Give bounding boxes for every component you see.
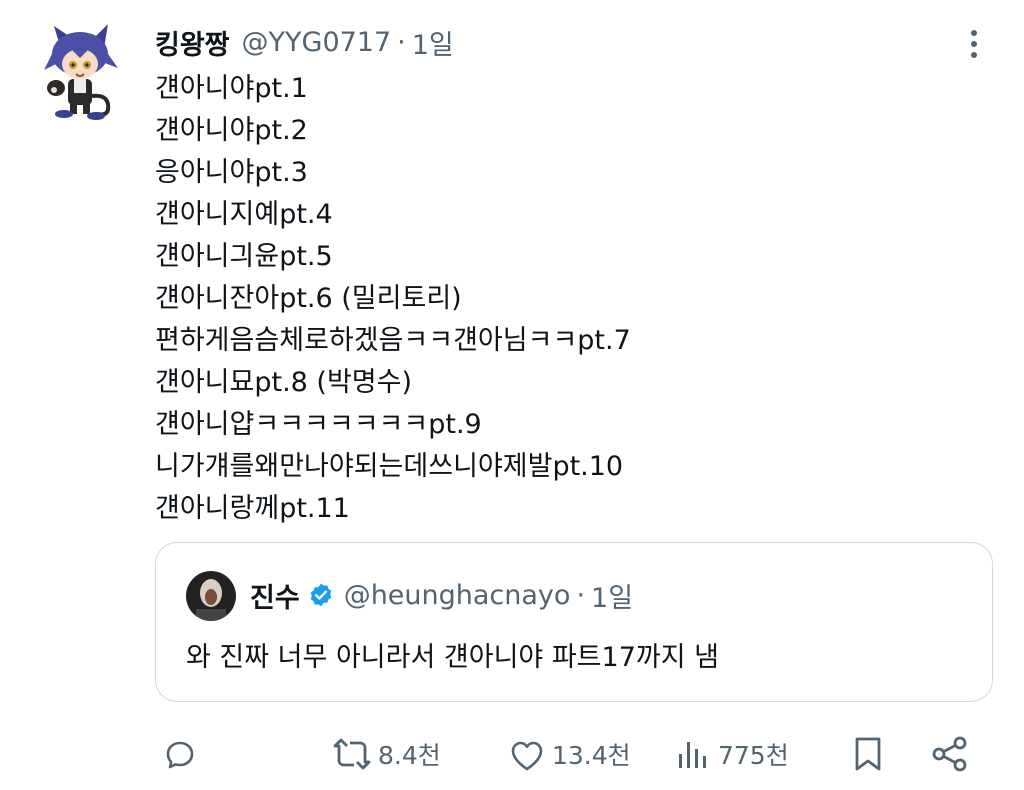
quoted-handle[interactable]: @heunghacnayo xyxy=(344,580,571,611)
view-count: 775천 xyxy=(718,741,789,770)
tweet-line: 걘아니야pt.1 xyxy=(155,73,308,104)
like-button[interactable]: 13.4천 xyxy=(506,732,631,776)
author-handle[interactable]: @YYG0717 xyxy=(242,27,392,58)
like-icon xyxy=(511,741,543,771)
quoted-tweet-header: 진수 @heunghacnayo · 1일 xyxy=(250,575,633,615)
quoted-separator: · xyxy=(576,579,586,611)
header-separator: · xyxy=(397,26,406,58)
tweet-line: 걘아니지예pt.4 xyxy=(155,199,333,230)
retweet-count: 8.4천 xyxy=(378,741,441,770)
more-options-icon[interactable] xyxy=(962,28,986,60)
quoted-tweet-card[interactable]: 진수 @heunghacnayo · 1일 와 진짜 너무 아니라서 걘아니야 … xyxy=(155,542,993,702)
reply-icon xyxy=(166,741,194,769)
like-count: 13.4천 xyxy=(552,741,631,770)
reply-button[interactable] xyxy=(160,732,200,776)
share-button[interactable] xyxy=(928,732,972,776)
tweet-header: 킹왕짱 @YYG0717 · 1일 xyxy=(155,22,454,62)
quoted-timestamp[interactable]: 1일 xyxy=(591,576,633,615)
tweet-line: 걘아니야pt.2 xyxy=(155,115,308,146)
views-icon xyxy=(679,742,706,768)
quoted-author-avatar[interactable] xyxy=(186,571,236,621)
tweet-action-bar: 8.4천 13.4천 775천 xyxy=(0,722,1024,786)
tweet-line: 걘아니잔아pt.6 (밀리토리) xyxy=(155,283,462,314)
quoted-tweet-text: 와 진짜 너무 아니라서 걘아니야 파트17까지 냄 xyxy=(186,642,719,673)
tweet-line: 편하게음슴체로하겠음ㅋㅋ걘아님ㅋㅋpt.7 xyxy=(155,325,631,356)
tweet-line: 걘아니묘pt.8 (박명수) xyxy=(155,367,413,398)
author-display-name[interactable]: 킹왕짱 xyxy=(155,23,230,62)
bookmark-button[interactable] xyxy=(848,732,888,776)
verified-badge-icon xyxy=(310,583,331,607)
tweet-text: 걘아니야pt.1 걘아니야pt.2 응아니야pt.3 걘아니지예pt.4 걘아니… xyxy=(155,68,975,530)
quoted-display-name[interactable]: 진수 xyxy=(250,576,300,615)
avatar-illustration xyxy=(44,24,118,120)
share-icon xyxy=(932,736,967,772)
retweet-icon xyxy=(333,738,371,770)
tweet-timestamp[interactable]: 1일 xyxy=(412,23,454,62)
views-button[interactable]: 775천 xyxy=(674,732,789,776)
author-avatar[interactable] xyxy=(38,24,122,120)
tweet-line: 걘아니긔윤pt.5 xyxy=(155,241,333,272)
tweet-line: 걘아니얍ㅋㅋㅋㅋㅋㅋㅋpt.9 xyxy=(155,409,482,440)
bookmark-icon xyxy=(855,737,881,771)
tweet-line: 니가걔를왜만나야되는데쓰니야제발pt.10 xyxy=(155,451,624,482)
retweet-button[interactable]: 8.4천 xyxy=(330,732,441,776)
tweet-line: 걘아니랑께pt.11 xyxy=(155,493,350,524)
quoted-avatar-photo xyxy=(186,571,236,621)
tweet-line: 응아니야pt.3 xyxy=(155,157,308,188)
